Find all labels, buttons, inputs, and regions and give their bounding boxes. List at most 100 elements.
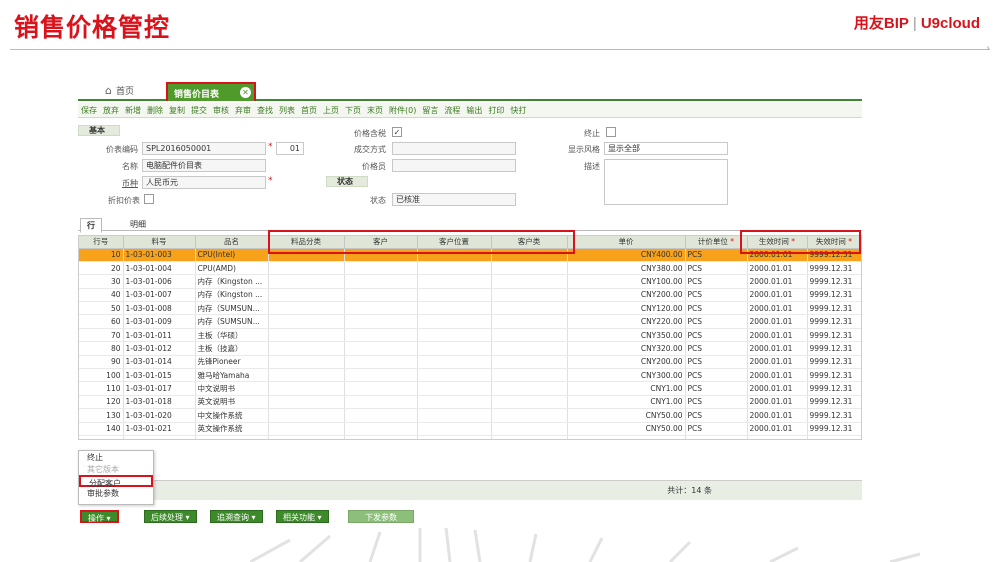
table-cell[interactable]: 9999.12.31 — [807, 355, 861, 370]
table-cell[interactable] — [417, 328, 492, 343]
table-cell[interactable]: 130 — [79, 408, 124, 423]
table-cell[interactable]: 2000.01.01 — [747, 328, 808, 343]
table-cell[interactable] — [491, 341, 568, 356]
table-cell[interactable] — [491, 355, 568, 370]
table-cell[interactable]: 中文操作系统 — [195, 408, 269, 423]
table-cell[interactable] — [417, 274, 492, 289]
table-cell[interactable] — [268, 381, 345, 396]
table-row[interactable]: 40 1-03-01-007 内存（Kingston ... CNY200.00 PCS… — [79, 288, 861, 303]
table-cell[interactable]: CNY50.00 — [567, 408, 686, 423]
toolbar-button[interactable]: 弃审 — [232, 103, 254, 118]
table-cell[interactable]: CNY350.00 — [567, 328, 686, 343]
table-cell[interactable]: 9999.12.31 — [807, 422, 861, 436]
operation-button[interactable]: 操作 ▾ — [80, 510, 119, 523]
table-cell[interactable]: 140 — [79, 422, 124, 436]
code-field[interactable]: SPL2016050001 — [142, 142, 266, 155]
toolbar-button[interactable]: 下页 — [342, 103, 364, 118]
table-cell[interactable]: 1-03-01-021 — [123, 422, 196, 436]
follow-up-button[interactable]: 后续处理 ▾ — [144, 510, 197, 523]
table-row[interactable]: 60 1-03-01-009 内存（SUMSUN... CNY220.00 PCS 200… — [79, 314, 861, 329]
toolbar-button[interactable]: 保存 — [78, 103, 100, 118]
table-cell[interactable]: CNY380.00 — [567, 261, 686, 276]
table-cell[interactable] — [268, 301, 345, 316]
issue-params-button[interactable]: 下发参数 — [348, 510, 414, 523]
table-cell[interactable]: 120 — [79, 395, 124, 410]
toolbar-button[interactable]: 流程 — [441, 103, 463, 118]
table-cell[interactable]: 30 — [79, 274, 124, 289]
table-cell[interactable]: 内存（SUMSUN... — [195, 314, 269, 329]
table-cell[interactable]: 9999.12.31 — [807, 274, 861, 289]
table-cell[interactable]: 1-03-01-006 — [123, 274, 196, 289]
table-cell[interactable]: PCS — [685, 395, 748, 410]
table-cell[interactable]: 2000.01.01 — [747, 274, 808, 289]
stop-checkbox[interactable] — [606, 127, 616, 137]
table-cell[interactable] — [491, 381, 568, 396]
table-cell[interactable] — [417, 341, 492, 356]
table-cell[interactable]: 1-03-01-011 — [123, 328, 196, 343]
table-cell[interactable] — [268, 422, 345, 436]
table-cell[interactable] — [344, 341, 418, 356]
table-cell[interactable]: 2000.01.01 — [747, 381, 808, 396]
table-cell[interactable]: PCS — [685, 328, 748, 343]
table-cell[interactable]: CNY200.00 — [567, 288, 686, 303]
table-cell[interactable]: 1-03-01-004 — [123, 261, 196, 276]
table-cell[interactable]: 2000.01.01 — [747, 395, 808, 410]
discount-checkbox[interactable] — [144, 194, 154, 204]
table-cell[interactable]: 1-03-01-012 — [123, 341, 196, 356]
table-cell[interactable]: 20 — [79, 261, 124, 276]
table-cell[interactable]: CNY100.00 — [567, 274, 686, 289]
table-cell[interactable]: 100 — [79, 368, 124, 383]
table-cell[interactable]: PCS — [685, 301, 748, 316]
table-cell[interactable]: PCS — [685, 314, 748, 329]
table-cell[interactable]: 9999.12.31 — [807, 341, 861, 356]
table-cell[interactable]: PCS — [685, 408, 748, 423]
table-row[interactable]: 50 1-03-01-008 内存（SUMSUN... CNY120.00 PCS 200… — [79, 301, 861, 316]
table-cell[interactable] — [268, 395, 345, 410]
column-header[interactable]: 行号 — [79, 236, 124, 249]
table-cell[interactable] — [344, 395, 418, 410]
table-row[interactable]: 130 1-03-01-020 中文操作系统 CNY50.00 PCS 2000.01.0… — [79, 408, 861, 423]
table-cell[interactable]: 2000.01.01 — [747, 368, 808, 383]
table-cell[interactable] — [417, 422, 492, 436]
tab-detail[interactable]: 明细 — [124, 218, 152, 231]
table-cell[interactable]: 2000.01.01 — [747, 288, 808, 303]
table-cell[interactable]: 9999.12.31 — [807, 288, 861, 303]
table-cell[interactable]: CNY120.00 — [567, 301, 686, 316]
table-cell[interactable] — [417, 381, 492, 396]
toolbar-button[interactable]: 打印 — [485, 103, 507, 118]
table-cell[interactable] — [344, 274, 418, 289]
toolbar-button[interactable]: 查找 — [254, 103, 276, 118]
toolbar-button[interactable]: 快打 — [507, 103, 529, 118]
table-cell[interactable] — [417, 355, 492, 370]
tab-home[interactable]: ⌂ 首页 — [105, 84, 134, 97]
table-row[interactable]: 140 1-03-01-021 英文操作系统 CNY50.00 PCS 2000.01.0… — [79, 422, 861, 436]
table-cell[interactable] — [344, 328, 418, 343]
table-cell[interactable]: 110 — [79, 381, 124, 396]
table-cell[interactable]: 主板（技嘉） — [195, 341, 269, 356]
table-cell[interactable] — [491, 261, 568, 276]
table-cell[interactable]: 主板（华硕） — [195, 328, 269, 343]
table-cell[interactable]: 9999.12.31 — [807, 381, 861, 396]
table-cell[interactable]: CNY50.00 — [567, 422, 686, 436]
table-cell[interactable] — [491, 368, 568, 383]
table-cell[interactable]: 10 — [79, 248, 124, 262]
table-cell[interactable]: 1-03-01-009 — [123, 314, 196, 329]
table-row[interactable]: 20 1-03-01-004 CPU(AMD) CNY380.00 PCS 2000.01… — [79, 261, 861, 276]
table-cell[interactable]: 9999.12.31 — [807, 261, 861, 276]
table-cell[interactable]: PCS — [685, 381, 748, 396]
table-cell[interactable]: CNY300.00 — [567, 368, 686, 383]
table-cell[interactable]: 9999.12.31 — [807, 408, 861, 423]
table-cell[interactable] — [268, 341, 345, 356]
table-cell[interactable] — [417, 301, 492, 316]
table-cell[interactable] — [491, 328, 568, 343]
table-cell[interactable]: PCS — [685, 355, 748, 370]
table-cell[interactable]: 9999.12.31 — [807, 395, 861, 410]
table-cell[interactable]: CPU(AMD) — [195, 261, 269, 276]
trace-query-button[interactable]: 追溯查询 ▾ — [210, 510, 263, 523]
toolbar-button[interactable]: 首页 — [298, 103, 320, 118]
table-cell[interactable] — [344, 368, 418, 383]
table-cell[interactable] — [491, 274, 568, 289]
related-button[interactable]: 相关功能 ▾ — [276, 510, 329, 523]
table-cell[interactable]: PCS — [685, 422, 748, 436]
table-cell[interactable]: 内存（Kingston ... — [195, 288, 269, 303]
